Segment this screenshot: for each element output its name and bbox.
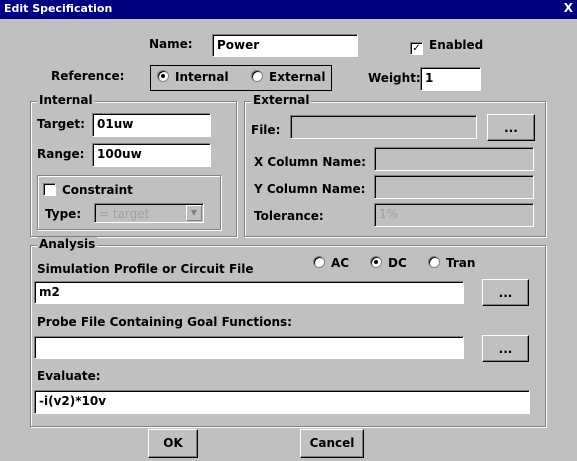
y-column-label: Y Column Name: [254, 182, 366, 196]
probe-file-label: Probe File Containing Goal Functions: [37, 315, 292, 329]
browse-label: ... [498, 342, 513, 356]
range-label: Range: [37, 147, 85, 161]
enabled-checkbox[interactable]: ✓ Enabled [410, 38, 483, 55]
analysis-dc-radio[interactable]: DC [370, 256, 407, 270]
constraint-checkbox[interactable]: Constraint [43, 183, 133, 197]
analysis-tran-radio[interactable]: Tran [428, 256, 475, 270]
type-select[interactable]: = target ▼ [94, 203, 204, 223]
browse-label: ... [498, 286, 513, 300]
chevron-down-icon[interactable]: ▼ [186, 205, 202, 221]
probe-file-field[interactable] [34, 336, 464, 359]
enabled-label: Enabled [429, 38, 484, 52]
evaluate-field[interactable]: -i(v2)*10v [34, 390, 530, 414]
close-icon[interactable]: X [564, 1, 573, 15]
enabled-check-icon: ✓ [410, 42, 423, 55]
x-column-field[interactable] [374, 147, 534, 171]
simulation-profile-field[interactable]: m2 [34, 281, 464, 304]
browse-label: ... [504, 121, 518, 135]
simulation-profile-label: Simulation Profile or Circuit File [37, 262, 254, 276]
simulation-browse-button[interactable]: ... [482, 279, 529, 306]
radio-unselected-icon [251, 70, 263, 82]
target-label: Target: [37, 117, 85, 131]
analysis-tran-label: Tran [446, 256, 476, 270]
name-label: Name: [149, 37, 193, 51]
title-bar: Edit Specification X [0, 0, 577, 19]
tolerance-field[interactable]: 1% [374, 203, 534, 227]
y-column-field[interactable] [374, 175, 534, 199]
range-field[interactable]: 100uw [92, 143, 211, 167]
constraint-check-icon [43, 183, 56, 196]
cancel-label: Cancel [309, 436, 355, 450]
reference-label: Reference: [51, 69, 125, 83]
reference-external-label: External [269, 70, 326, 84]
external-file-field[interactable] [290, 115, 477, 139]
edit-specification-dialog: Edit Specification X Name: Power ✓ Enable… [0, 0, 577, 461]
analysis-ac-radio[interactable]: AC [313, 256, 349, 270]
window-title: Edit Specification [4, 2, 113, 15]
analysis-ac-label: AC [331, 256, 350, 270]
cancel-button[interactable]: Cancel [300, 429, 364, 458]
ok-label: OK [163, 436, 183, 450]
radio-unselected-icon [313, 256, 325, 268]
radio-selected-icon [370, 256, 382, 268]
reference-internal-radio[interactable]: Internal [157, 70, 229, 84]
radio-selected-icon [157, 70, 169, 82]
external-legend: External [251, 93, 312, 107]
internal-legend: Internal [37, 93, 95, 107]
file-label: File: [251, 123, 281, 137]
external-browse-button[interactable]: ... [487, 114, 535, 141]
x-column-label: X Column Name: [254, 155, 366, 169]
weight-field[interactable]: 1 [420, 67, 481, 91]
probe-browse-button[interactable]: ... [482, 335, 529, 362]
analysis-dc-label: DC [388, 256, 407, 270]
tolerance-label: Tolerance: [254, 209, 324, 223]
weight-label: Weight: [368, 71, 421, 85]
target-field[interactable]: 01uw [92, 113, 211, 137]
name-field[interactable]: Power [212, 34, 358, 57]
type-select-value: = target [99, 207, 150, 221]
reference-internal-label: Internal [175, 70, 229, 84]
analysis-legend: Analysis [37, 237, 98, 251]
reference-external-radio[interactable]: External [251, 70, 325, 84]
constraint-label: Constraint [62, 183, 133, 197]
evaluate-label: Evaluate: [37, 369, 101, 383]
type-label: Type: [45, 207, 82, 221]
ok-button[interactable]: OK [148, 429, 198, 458]
radio-unselected-icon [428, 256, 440, 268]
